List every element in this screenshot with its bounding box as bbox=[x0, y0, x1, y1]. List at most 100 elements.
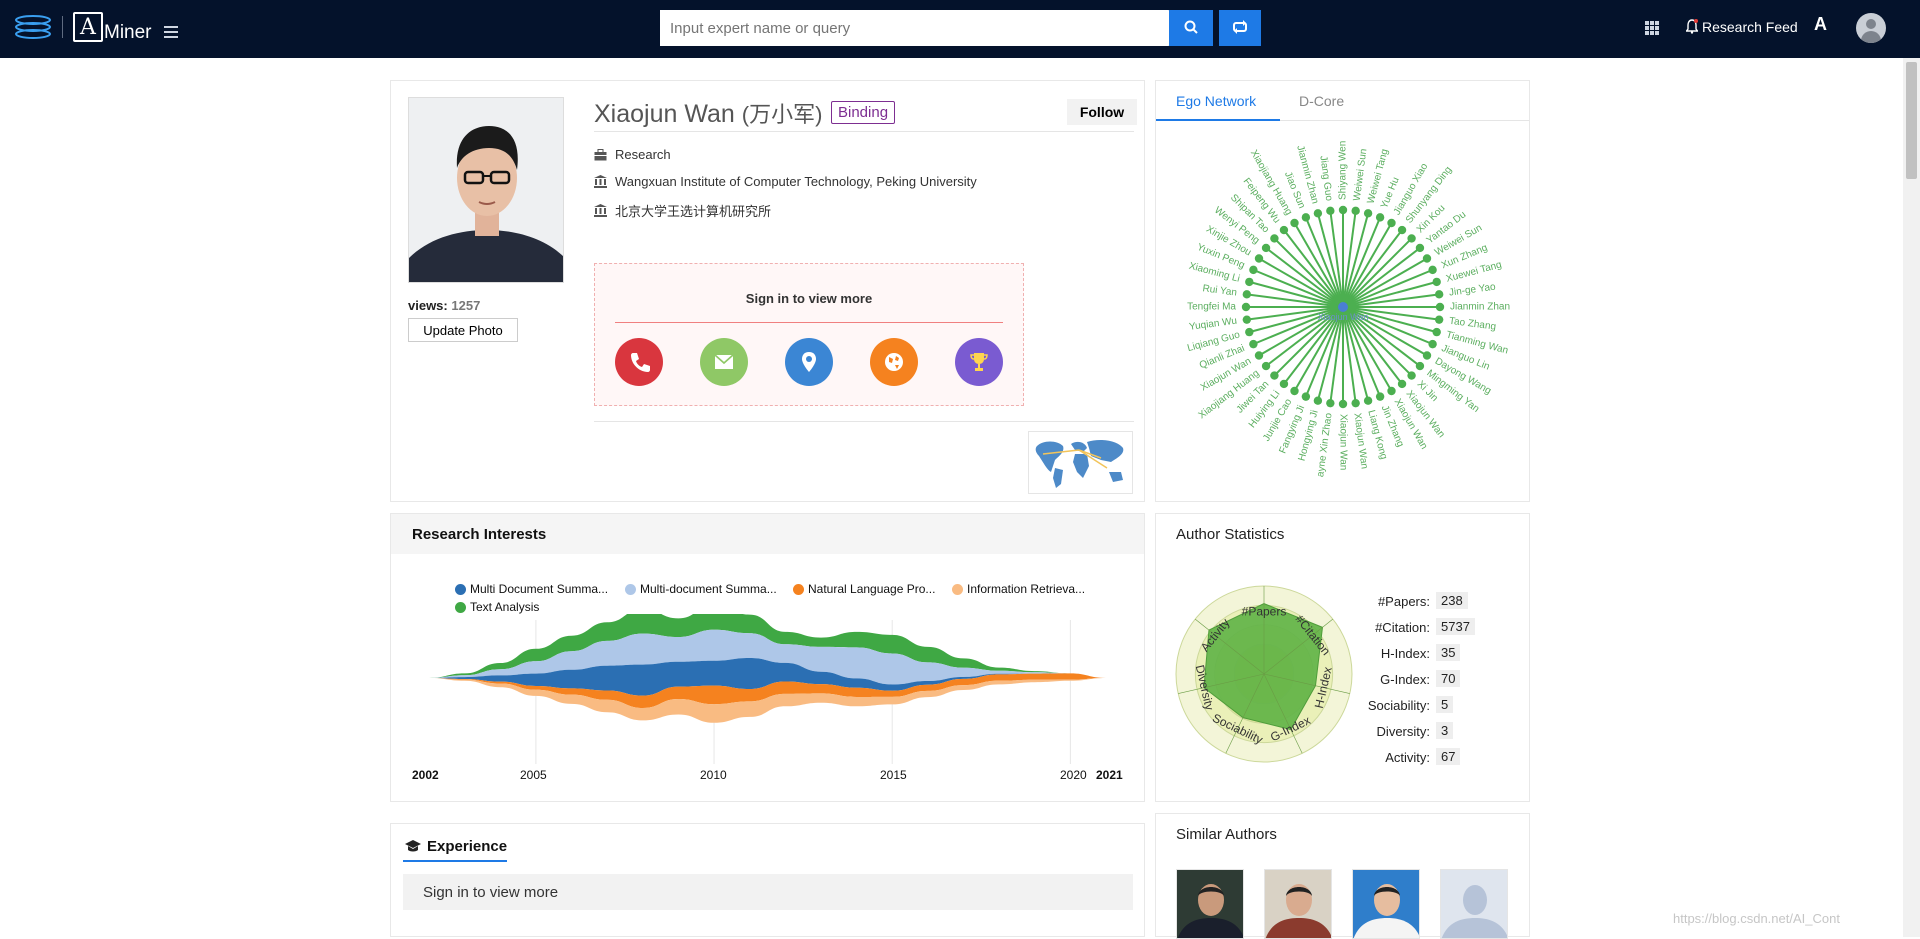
ego-node[interactable] bbox=[1301, 392, 1311, 401]
ego-node[interactable] bbox=[1363, 209, 1373, 218]
user-avatar[interactable] bbox=[1856, 13, 1886, 43]
bell-icon[interactable] bbox=[1686, 19, 1698, 34]
similar-author-avatar[interactable] bbox=[1264, 869, 1332, 939]
stat-value: 5 bbox=[1436, 696, 1454, 713]
follow-button[interactable]: Follow bbox=[1067, 99, 1137, 125]
email-icon[interactable] bbox=[700, 338, 748, 386]
ego-node[interactable] bbox=[1249, 265, 1258, 275]
ego-node[interactable] bbox=[1338, 399, 1348, 409]
similar-author-avatar[interactable] bbox=[1352, 869, 1420, 939]
binding-button[interactable]: Binding bbox=[831, 101, 896, 124]
ego-node[interactable] bbox=[1375, 213, 1385, 222]
phone-icon[interactable] bbox=[615, 338, 663, 386]
language-switch-icon[interactable]: A bbox=[1814, 14, 1827, 35]
ego-node[interactable] bbox=[1407, 234, 1416, 243]
world-map-thumbnail[interactable] bbox=[1028, 431, 1133, 494]
ego-node[interactable] bbox=[1245, 277, 1254, 287]
ego-node[interactable] bbox=[1387, 386, 1396, 396]
legend-item[interactable]: Multi Document Summa... bbox=[455, 582, 608, 596]
ego-node[interactable] bbox=[1301, 213, 1311, 222]
ego-node[interactable] bbox=[1254, 351, 1264, 360]
similar-authors-card: Similar Authors bbox=[1155, 813, 1530, 939]
homepage-icon[interactable] bbox=[870, 338, 918, 386]
legend-item[interactable]: Text Analysis bbox=[455, 600, 539, 614]
legend-dot bbox=[625, 583, 636, 595]
search-input[interactable] bbox=[660, 10, 1168, 46]
ego-node[interactable] bbox=[1432, 327, 1441, 337]
stat-label: H-Index: bbox=[1380, 646, 1430, 661]
ego-node[interactable] bbox=[1351, 206, 1360, 216]
ego-node[interactable] bbox=[1290, 386, 1299, 396]
signin-prompt[interactable]: Sign in to view more bbox=[595, 291, 1023, 306]
aminer-logo-text[interactable]: Miner bbox=[104, 22, 152, 44]
similar-author-avatar[interactable] bbox=[1176, 869, 1244, 939]
site-logo-icon[interactable] bbox=[14, 14, 52, 42]
switch-search-button[interactable] bbox=[1219, 10, 1261, 46]
legend-item[interactable]: Natural Language Pro... bbox=[793, 582, 935, 596]
ego-node[interactable] bbox=[1242, 315, 1252, 324]
ego-node[interactable] bbox=[1279, 225, 1289, 235]
ego-node[interactable] bbox=[1434, 315, 1444, 324]
apps-grid-icon[interactable] bbox=[1645, 21, 1659, 35]
ego-node[interactable] bbox=[1432, 277, 1441, 287]
ego-node[interactable] bbox=[1261, 243, 1271, 253]
ego-node[interactable] bbox=[1397, 379, 1407, 389]
stat-value: 238 bbox=[1436, 592, 1468, 609]
stat-row: Activity: 67 bbox=[1356, 748, 1516, 766]
research-interests-title: Research Interests bbox=[412, 526, 547, 543]
research-feed-link[interactable]: Research Feed bbox=[1702, 19, 1798, 35]
ego-node[interactable] bbox=[1270, 371, 1279, 380]
page-scrollbar[interactable] bbox=[1903, 58, 1920, 937]
ego-node[interactable] bbox=[1313, 209, 1323, 218]
ego-node[interactable] bbox=[1428, 265, 1437, 275]
ego-network-graph[interactable]: Shiyang Wen Weiwei SunWeiwei TangYue HuJi… bbox=[1156, 121, 1529, 501]
ego-node[interactable] bbox=[1375, 392, 1385, 401]
menu-icon[interactable] bbox=[164, 26, 178, 38]
ego-node[interactable] bbox=[1422, 254, 1432, 263]
ego-node[interactable] bbox=[1338, 205, 1348, 215]
update-photo-button[interactable]: Update Photo bbox=[408, 318, 518, 342]
legend-item[interactable]: Multi-document Summa... bbox=[625, 582, 777, 596]
watermark-text: https://blog.csdn.net/AI_Cont bbox=[1673, 911, 1840, 926]
ego-edge bbox=[1249, 280, 1344, 308]
ego-node-label: Jiang Guo bbox=[1317, 155, 1334, 202]
research-interests-streamgraph[interactable] bbox=[391, 614, 1144, 814]
ego-node[interactable] bbox=[1351, 398, 1360, 408]
ego-node[interactable] bbox=[1434, 290, 1444, 299]
ego-node[interactable] bbox=[1326, 206, 1335, 216]
search-button[interactable] bbox=[1169, 10, 1213, 46]
ego-node[interactable] bbox=[1254, 254, 1264, 263]
ego-node[interactable] bbox=[1249, 339, 1258, 349]
ego-node[interactable] bbox=[1363, 396, 1373, 405]
experience-signin-box[interactable]: Sign in to view more bbox=[403, 874, 1133, 910]
experience-title[interactable]: Experience bbox=[405, 838, 507, 855]
ego-node[interactable] bbox=[1290, 218, 1299, 228]
ego-node[interactable] bbox=[1313, 396, 1323, 405]
ego-node[interactable] bbox=[1242, 290, 1252, 299]
ego-node[interactable] bbox=[1245, 327, 1254, 337]
location-icon[interactable] bbox=[785, 338, 833, 386]
ego-node[interactable] bbox=[1241, 302, 1251, 312]
aminer-logo-icon[interactable]: A bbox=[73, 12, 103, 42]
ego-node[interactable] bbox=[1270, 234, 1279, 243]
legend-item[interactable]: Information Retrieva... bbox=[952, 582, 1085, 596]
ego-node[interactable] bbox=[1397, 225, 1407, 235]
ego-node[interactable] bbox=[1326, 398, 1335, 408]
ego-node[interactable] bbox=[1428, 339, 1437, 349]
ego-node[interactable] bbox=[1415, 361, 1425, 371]
tab-d-core[interactable]: D-Core bbox=[1299, 93, 1344, 109]
year-label: 2005 bbox=[520, 768, 547, 782]
ego-node[interactable] bbox=[1435, 302, 1445, 312]
ego-center-node[interactable] bbox=[1338, 302, 1348, 312]
similar-author-avatar[interactable] bbox=[1440, 869, 1508, 939]
ego-node[interactable] bbox=[1387, 218, 1396, 228]
ego-node[interactable] bbox=[1422, 351, 1432, 360]
ego-node[interactable] bbox=[1407, 371, 1416, 380]
award-icon[interactable] bbox=[955, 338, 1003, 386]
stat-value: 5737 bbox=[1436, 618, 1475, 635]
scrollbar-thumb[interactable] bbox=[1906, 62, 1917, 179]
ego-node[interactable] bbox=[1279, 379, 1289, 389]
ego-node[interactable] bbox=[1415, 243, 1425, 253]
ego-node[interactable] bbox=[1261, 361, 1271, 371]
tab-ego-network[interactable]: Ego Network bbox=[1176, 93, 1256, 109]
